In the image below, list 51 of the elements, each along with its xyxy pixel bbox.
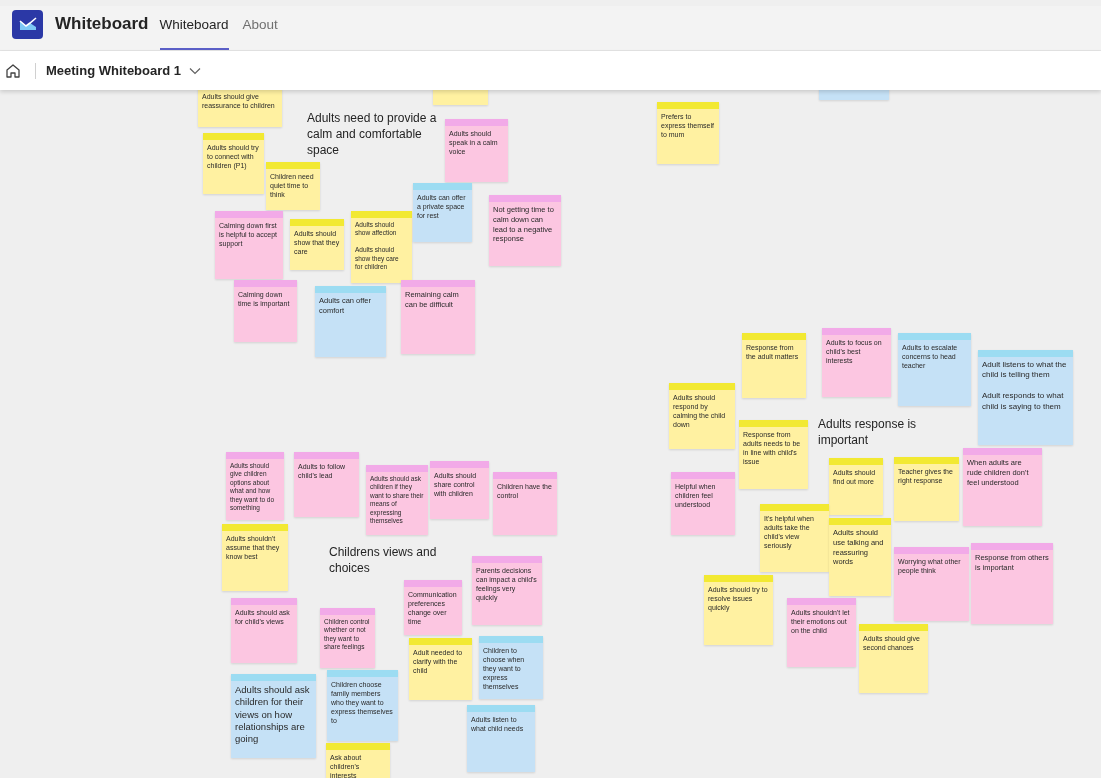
note-text: Adult listens to what the child is telling them Adult responds to what child is saying to them <box>981 359 1068 413</box>
note-header-bar <box>315 286 386 293</box>
note-header-bar <box>760 504 829 511</box>
sticky-note[interactable]: Adult listens to what the child is telling them Adult responds to what child is saying to them <box>978 350 1073 445</box>
note-header-bar <box>294 452 359 459</box>
app-name: Whiteboard <box>55 14 149 34</box>
app-logo-icon <box>12 9 43 39</box>
note-header-bar <box>493 472 557 479</box>
note-header-bar <box>467 705 535 712</box>
note-header-bar <box>290 219 344 226</box>
board-heading: Childrens views and choices <box>329 544 438 576</box>
note-header-bar <box>822 328 891 335</box>
note-header-bar <box>320 608 375 615</box>
note-header-bar <box>409 638 472 645</box>
board-heading: Adults response is important <box>818 416 918 448</box>
note-header-bar <box>657 102 719 109</box>
note-header-bar <box>479 636 543 643</box>
note-header-bar <box>222 524 288 531</box>
note-header-bar <box>489 195 561 202</box>
note-header-bar <box>829 518 891 525</box>
board-title-dropdown[interactable]: Meeting Whiteboard 1 <box>46 63 202 78</box>
note-header-bar <box>327 670 398 677</box>
note-header-bar <box>413 183 472 190</box>
note-header-bar <box>829 458 883 465</box>
note-header-bar <box>894 457 959 464</box>
note-header-bar <box>859 624 928 631</box>
note-header-bar <box>351 211 412 218</box>
note-header-bar <box>231 598 297 605</box>
note-header-bar <box>704 575 773 582</box>
note-header-bar <box>366 465 428 472</box>
note-header-bar <box>326 743 390 750</box>
note-header-bar <box>215 211 283 218</box>
note-header-bar <box>472 556 542 563</box>
note-header-bar <box>739 420 808 427</box>
sticky-note[interactable]: Adults should ask children for their views on how relationships are going <box>231 674 316 758</box>
note-header-bar <box>742 333 806 340</box>
home-icon[interactable] <box>5 62 21 79</box>
note-header-bar <box>404 580 462 587</box>
note-header-bar <box>430 461 489 468</box>
note-header-bar <box>234 280 297 287</box>
note-header-bar <box>203 133 264 140</box>
chevron-down-icon <box>189 66 202 75</box>
tab[interactable]: About <box>242 6 278 50</box>
note-header-bar <box>445 119 508 126</box>
note-header-bar <box>669 383 735 390</box>
note-header-bar <box>266 162 320 169</box>
board-heading: Adults need to provide a calm and comfortable space <box>307 110 438 158</box>
note-header-bar <box>787 598 856 605</box>
note-text: Adults should ask children for their views on how relationships are going <box>234 683 311 747</box>
note-header-bar <box>226 452 284 459</box>
note-header-bar <box>671 472 735 479</box>
